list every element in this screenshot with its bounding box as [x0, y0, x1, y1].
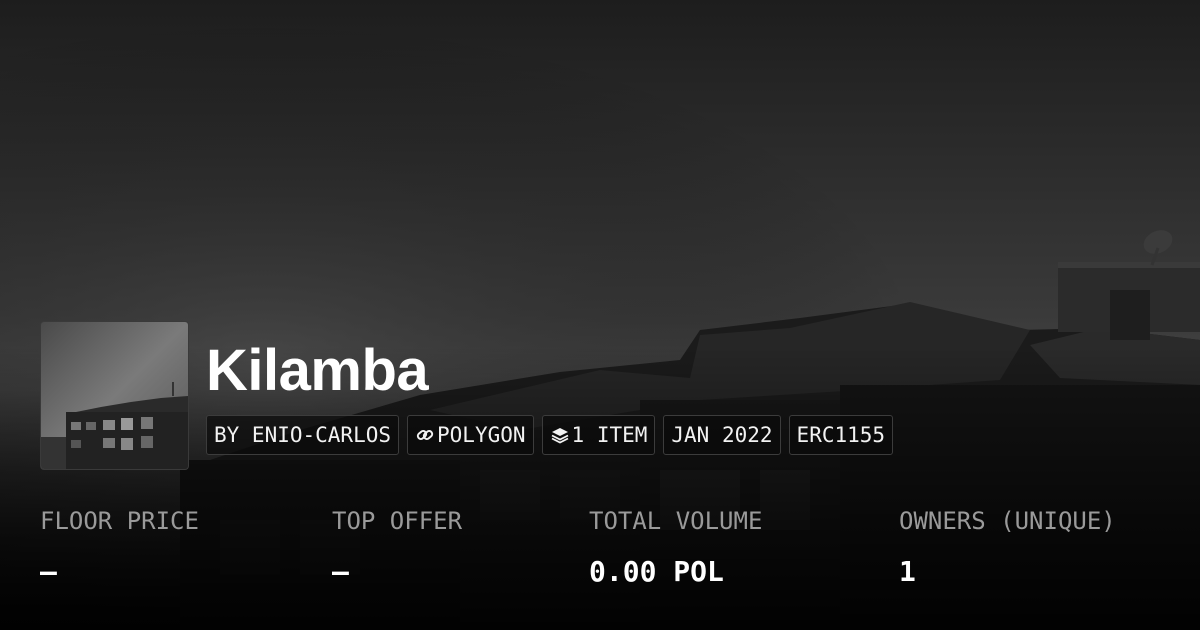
created-date-chip[interactable]: JAN 2022: [663, 415, 781, 455]
top-offer-label: TOP OFFER: [332, 507, 463, 535]
floor-price-label: FLOOR PRICE: [40, 507, 199, 535]
layers-icon: [550, 425, 570, 445]
chain-chip[interactable]: POLYGON: [407, 415, 534, 455]
item-count-chip[interactable]: 1 ITEM: [541, 415, 656, 455]
token-standard-chip[interactable]: ERC1155: [788, 415, 894, 455]
owners-label: OWNERS (UNIQUE): [899, 507, 1116, 535]
total-volume-value: 0.00 POL: [589, 555, 724, 588]
chain-link-icon: [415, 425, 435, 445]
collection-meta-chips: BY ENIO-CARLOS POLYGON 1 ITEM JAN 2022 E…: [206, 415, 894, 455]
chain-chip-label: POLYGON: [437, 423, 526, 447]
collection-thumbnail[interactable]: [40, 321, 189, 470]
floor-price-value: —: [40, 555, 57, 588]
top-offer-stat: TOP OFFER —: [332, 504, 462, 591]
collection-title: Kilamba: [206, 338, 429, 403]
top-offer-value: —: [332, 555, 349, 588]
token-standard-chip-label: ERC1155: [796, 423, 886, 447]
owners-stat: OWNERS (UNIQUE) 1: [899, 504, 1116, 591]
total-volume-stat: TOTAL VOLUME 0.00 POL: [589, 504, 762, 591]
owners-value: 1: [899, 555, 916, 588]
creator-chip[interactable]: BY ENIO-CARLOS: [206, 415, 400, 455]
created-date-chip-label: JAN 2022: [671, 423, 773, 447]
floor-price-stat: FLOOR PRICE —: [40, 504, 199, 591]
thumbnail-image: [41, 322, 188, 469]
creator-chip-label: BY ENIO-CARLOS: [214, 423, 392, 447]
total-volume-label: TOTAL VOLUME: [589, 507, 763, 535]
item-count-chip-label: 1 ITEM: [571, 423, 648, 447]
